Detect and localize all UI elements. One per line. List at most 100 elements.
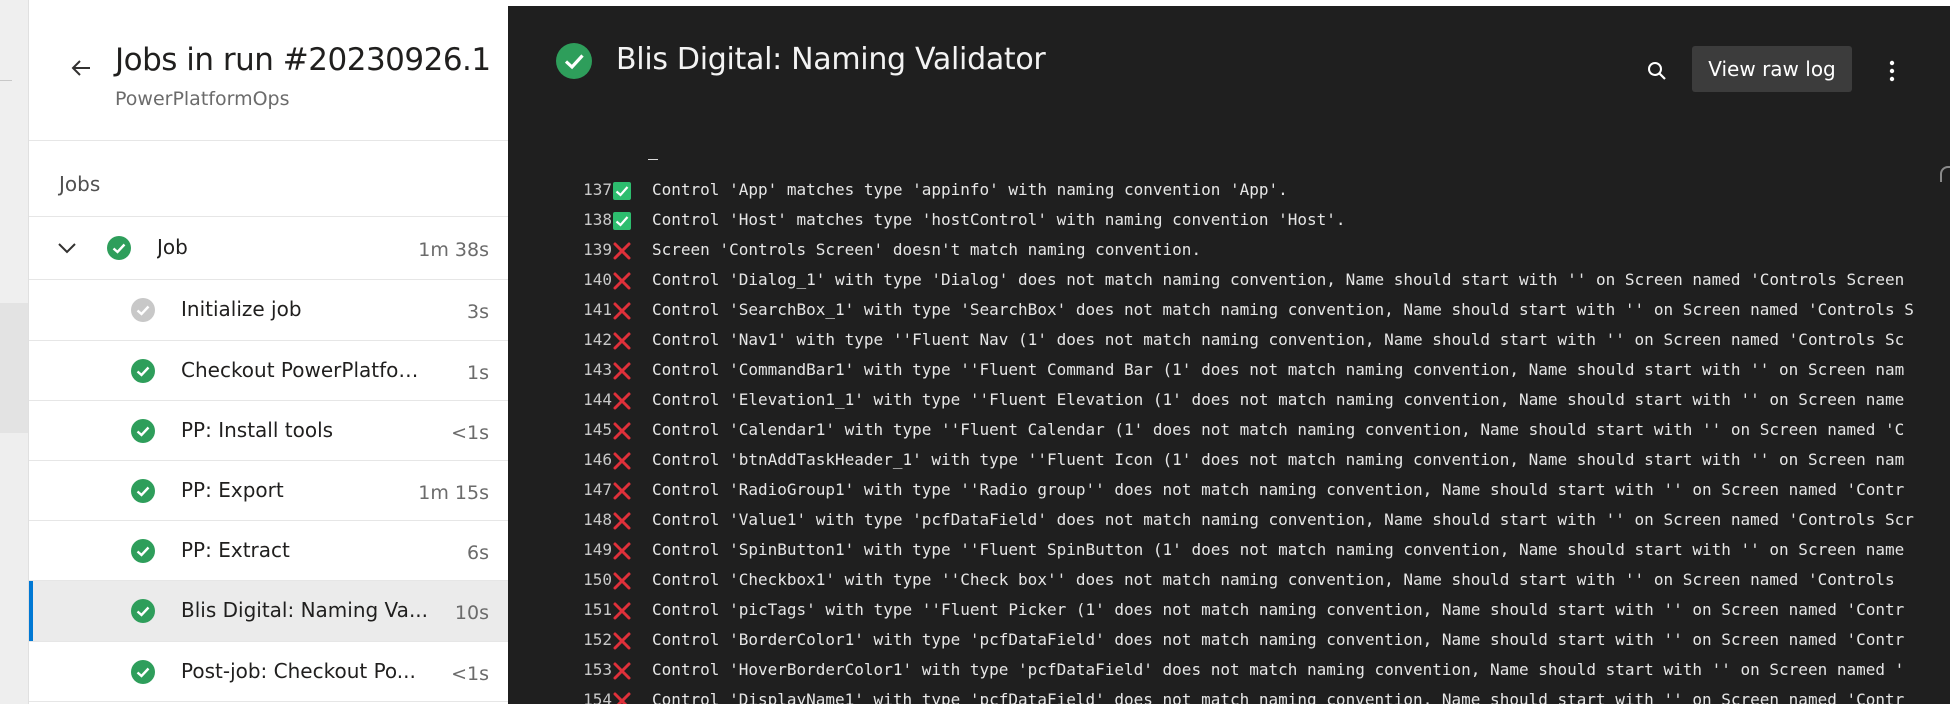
step-row-naming-validator[interactable]: Blis Digital: Naming Va... 10s: [29, 581, 509, 641]
log-text: Control 'Host' matches type 'hostControl…: [652, 210, 1346, 229]
cross-icon: [613, 452, 631, 470]
log-text: Control 'picTags' with type ''Fluent Pic…: [652, 600, 1905, 619]
step-row-post-job-checkout[interactable]: Post-job: Checkout Po... <1s: [29, 642, 509, 702]
step-duration: 1s: [467, 362, 489, 384]
check-circle-icon: [107, 236, 131, 260]
step-row-install-tools[interactable]: PP: Install tools <1s: [29, 401, 509, 461]
log-text: Control 'App' matches type 'appinfo' wit…: [652, 180, 1288, 199]
job-name: Job: [157, 235, 188, 259]
line-number[interactable]: 143: [508, 360, 612, 379]
log-text: Control 'Calendar1' with type ''Fluent C…: [652, 420, 1905, 439]
log-line: 150 Control 'Checkbox1' with type ''Check…: [508, 566, 1950, 596]
log-line: 147 Control 'RadioGroup1' with type ''Rad…: [508, 476, 1950, 506]
log-text: Control 'Nav1' with type ''Fluent Nav (1…: [652, 330, 1905, 349]
line-number[interactable]: 139: [508, 240, 612, 259]
log-line: 148 Control 'Value1' with type 'pcfDataFi…: [508, 506, 1950, 536]
line-number[interactable]: 145: [508, 420, 612, 439]
log-text: Screen 'Controls Screen' doesn't match n…: [652, 240, 1202, 259]
step-name: Initialize job: [181, 297, 302, 321]
line-number[interactable]: 152: [508, 630, 612, 649]
jobs-section-label: Jobs: [59, 172, 101, 196]
cross-icon: [613, 602, 631, 620]
step-name: Blis Digital: Naming Va...: [181, 598, 429, 622]
step-row-checkout[interactable]: Checkout PowerPlatfor... 1s: [29, 341, 509, 401]
line-number[interactable]: 147: [508, 480, 612, 499]
log-line: 149 Control 'SpinButton1' with type ''Flu…: [508, 536, 1950, 566]
step-name: PP: Extract: [181, 538, 290, 562]
step-name: PP: Export: [181, 478, 284, 502]
cross-icon: [613, 272, 631, 290]
line-number[interactable]: 140: [508, 270, 612, 289]
job-row[interactable]: Job 1m 38s: [29, 218, 509, 278]
check-circle-icon: [131, 539, 155, 563]
line-number[interactable]: 142: [508, 330, 612, 349]
log-panel: Blis Digital: Naming Validator View raw …: [508, 6, 1950, 704]
line-number[interactable]: 138: [508, 210, 612, 229]
cross-icon: [613, 572, 631, 590]
line-number[interactable]: 150: [508, 570, 612, 589]
log-line: 143 Control 'CommandBar1' with type ''Flu…: [508, 356, 1950, 386]
step-name: Post-job: Checkout Po...: [181, 659, 416, 683]
log-line: 152 Control 'BorderColor1' with type 'pcf…: [508, 626, 1950, 656]
selection-indicator: [29, 581, 33, 641]
log-title: Blis Digital: Naming Validator: [616, 42, 1046, 77]
line-number[interactable]: 137: [508, 180, 612, 199]
log-text: Control 'Dialog_1' with type 'Dialog' do…: [652, 270, 1905, 289]
job-duration: 1m 38s: [418, 239, 489, 261]
step-duration: <1s: [451, 422, 489, 444]
line-number[interactable]: 144: [508, 390, 612, 409]
line-number[interactable]: 154: [508, 690, 612, 704]
cross-icon: [613, 332, 631, 350]
step-row-extract[interactable]: PP: Extract 6s: [29, 521, 509, 581]
line-number[interactable]: 149: [508, 540, 612, 559]
log-line: 144 Control 'Elevation1_1' with type ''Fl…: [508, 386, 1950, 416]
log-line: 153 Control 'HoverBorderColor1' with type…: [508, 656, 1950, 686]
more-options-button[interactable]: [1880, 56, 1904, 86]
search-button[interactable]: [1644, 58, 1670, 84]
back-button[interactable]: [63, 50, 99, 86]
jobs-sidebar: Jobs in run #20230926.1 PowerPlatformOps…: [28, 0, 509, 704]
cross-icon: [613, 392, 631, 410]
step-name: PP: Install tools: [181, 418, 334, 442]
line-number[interactable]: 153: [508, 660, 612, 679]
step-duration: <1s: [451, 663, 489, 685]
log-text: Control 'SearchBox_1' with type 'SearchB…: [652, 300, 1914, 319]
cross-icon: [613, 632, 631, 650]
checkbox-checked-icon: [613, 212, 631, 230]
line-number[interactable]: 146: [508, 450, 612, 469]
cross-icon: [613, 662, 631, 680]
more-vertical-icon: [1889, 60, 1895, 82]
chevron-down-icon[interactable]: [55, 236, 79, 260]
line-number[interactable]: 148: [508, 510, 612, 529]
step-name: Checkout PowerPlatfor...: [181, 358, 421, 382]
log-text: Control 'DisplayName1' with type 'pcfDat…: [652, 690, 1905, 704]
checkbox-checked-icon: [613, 182, 631, 200]
log-line: 138 Control 'Host' matches type 'hostCont…: [508, 206, 1950, 236]
view-raw-log-button[interactable]: View raw log: [1692, 46, 1852, 92]
check-circle-icon: [131, 599, 155, 623]
check-circle-icon: [556, 43, 592, 79]
step-row-export[interactable]: PP: Export 1m 15s: [29, 461, 509, 521]
log-line: 140 Control 'Dialog_1' with type 'Dialog'…: [508, 266, 1950, 296]
search-icon: [1648, 62, 1666, 80]
log-text: Control 'BorderColor1' with type 'pcfDat…: [652, 630, 1905, 649]
log-line: 141 Control 'SearchBox_1' with type 'Sear…: [508, 296, 1950, 326]
log-text: Control 'RadioGroup1' with type ''Radio …: [652, 480, 1905, 499]
cross-icon: [613, 482, 631, 500]
line-number[interactable]: 141: [508, 300, 612, 319]
log-line: 139 Screen 'Controls Screen' doesn't matc…: [508, 236, 1950, 266]
line-number[interactable]: 151: [508, 600, 612, 619]
log-text: Control 'Checkbox1' with type ''Check bo…: [652, 570, 1905, 589]
log-line: 142 Control 'Nav1' with type ''Fluent Nav…: [508, 326, 1950, 356]
step-row-initialize-job[interactable]: Initialize job 3s: [29, 280, 509, 340]
log-text: Control 'HoverBorderColor1' with type 'p…: [652, 660, 1905, 679]
log-line: 145 Control 'Calendar1' with type ''Fluen…: [508, 416, 1950, 446]
step-duration: 10s: [454, 602, 489, 624]
cross-icon: [613, 302, 631, 320]
left-nav-strip: [0, 0, 28, 704]
divider: [29, 140, 509, 141]
check-circle-icon: [131, 660, 155, 684]
log-text: Control 'CommandBar1' with type ''Fluent…: [652, 360, 1905, 379]
check-circle-icon: [131, 359, 155, 383]
cross-icon: [613, 542, 631, 560]
